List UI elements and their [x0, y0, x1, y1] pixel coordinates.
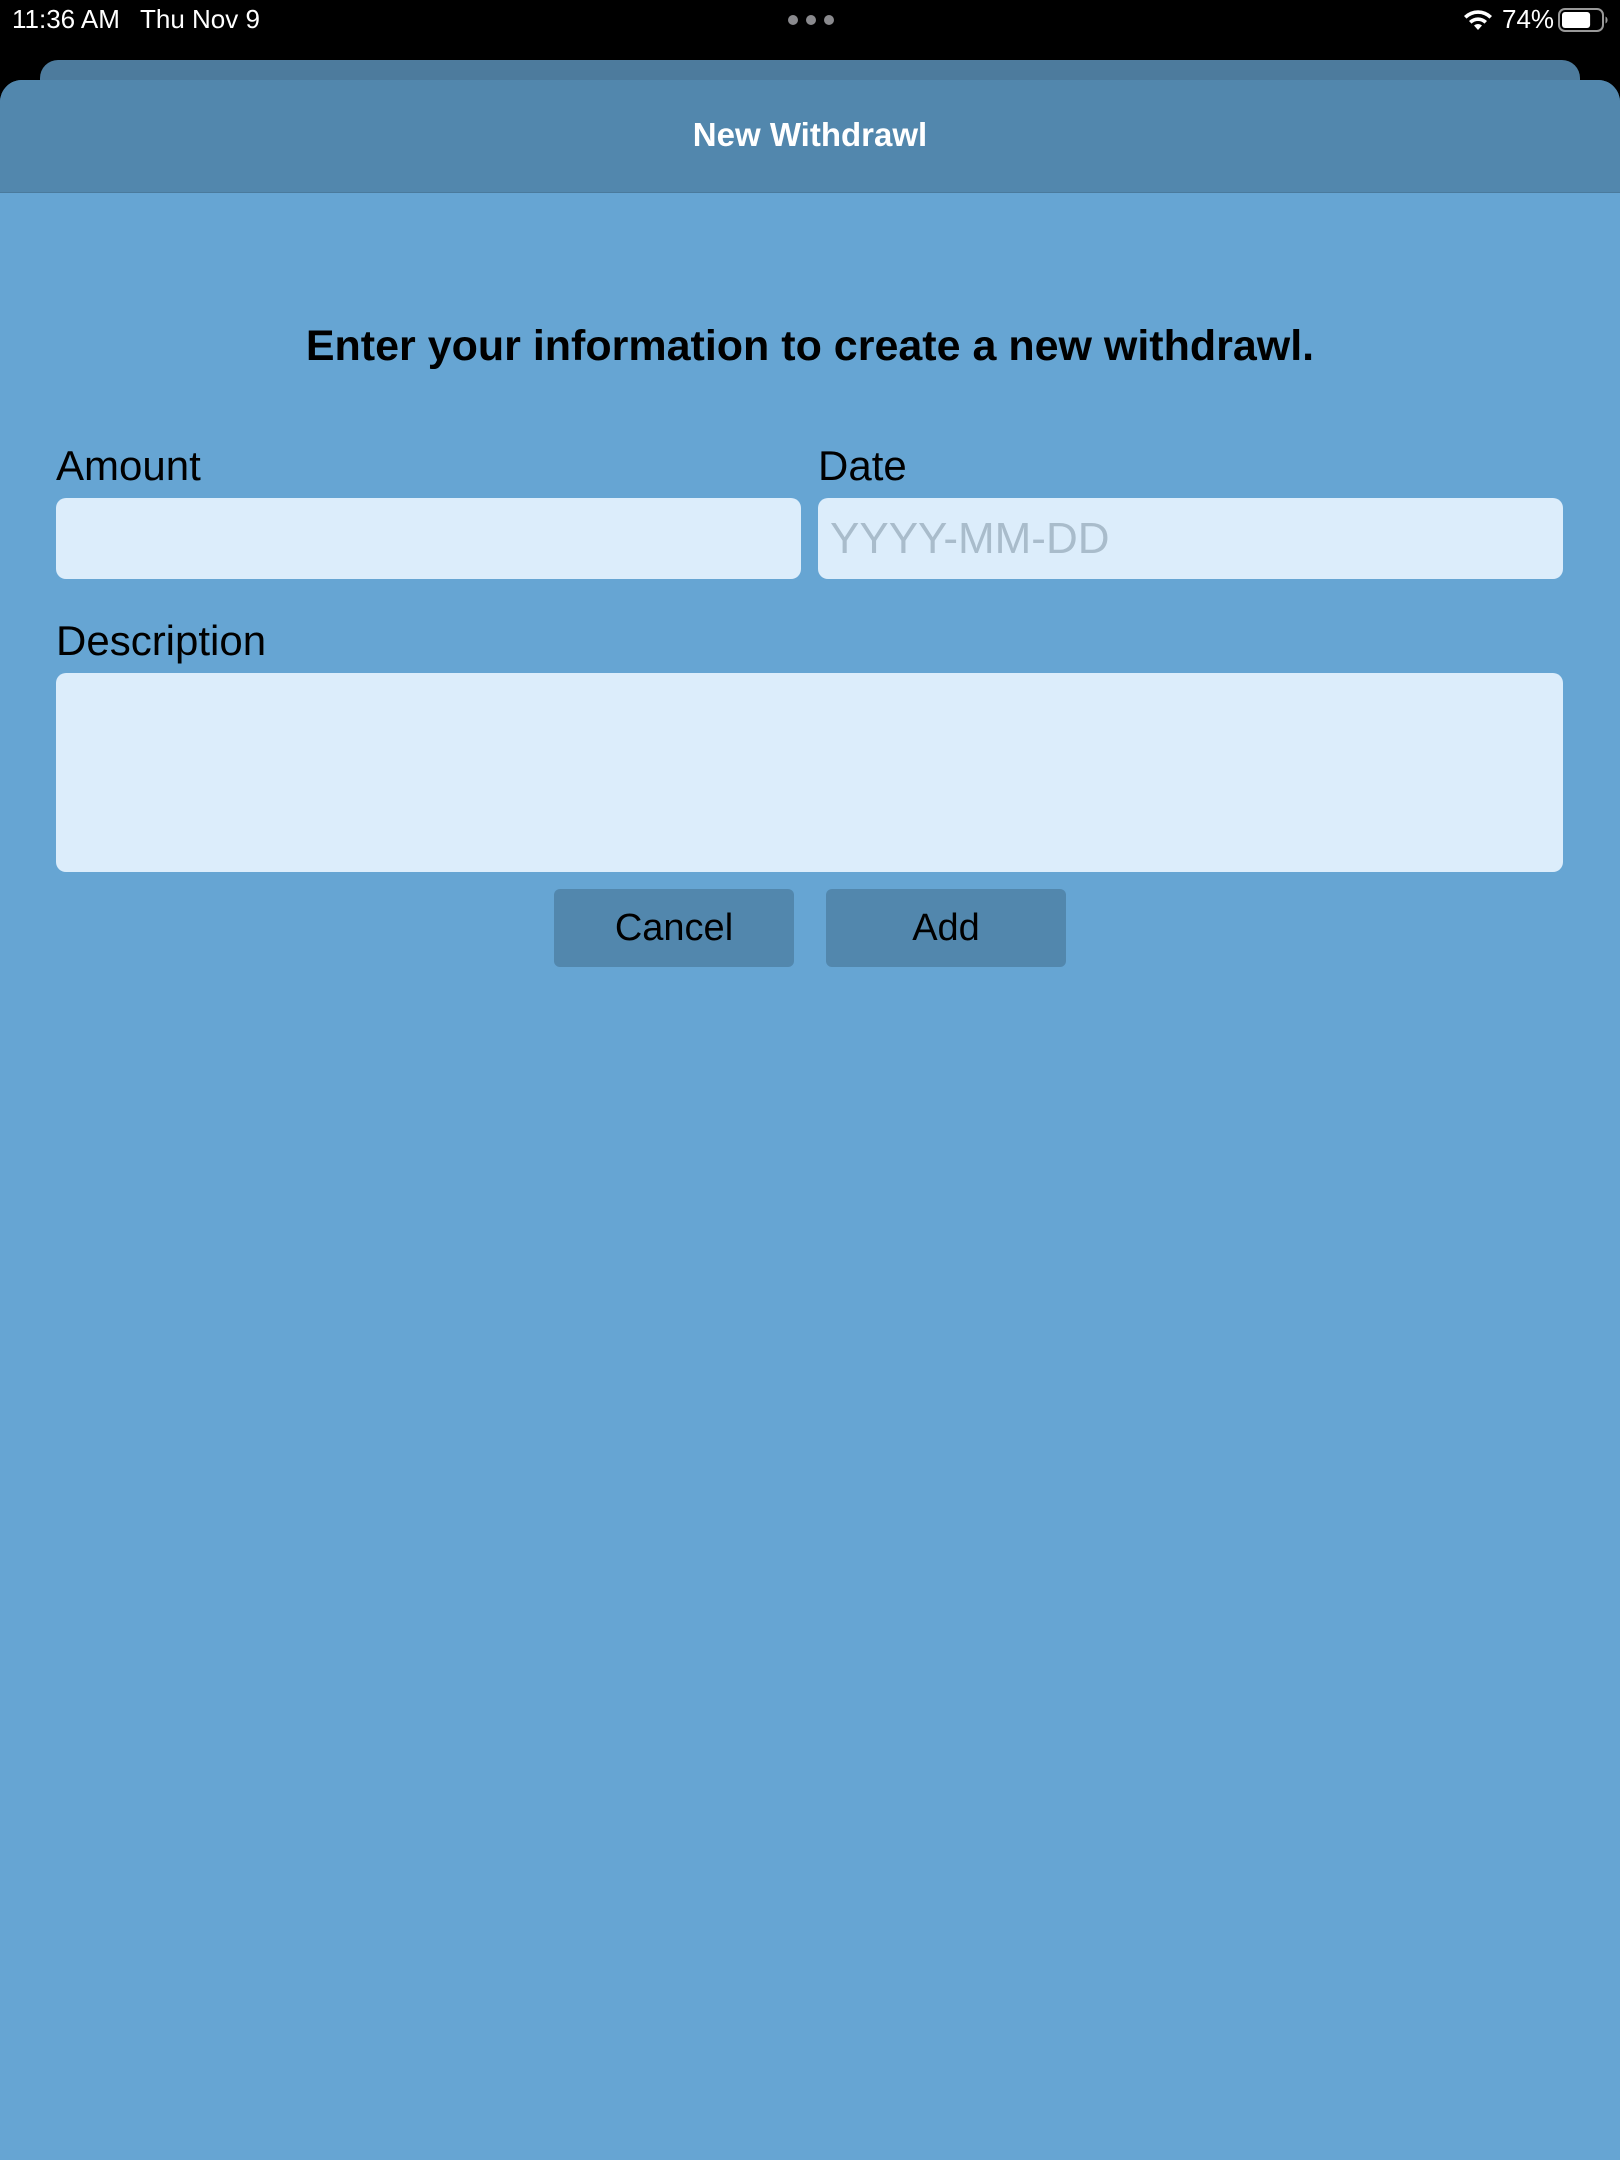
amount-label: Amount — [56, 442, 201, 489]
navigation-bar: New Withdrawl — [0, 80, 1620, 193]
status-time: 11:36 AM — [12, 4, 120, 34]
description-label: Description — [56, 617, 267, 664]
amount-input[interactable] — [56, 498, 801, 579]
status-bar: 11:36 AM Thu Nov 9 74% — [0, 0, 1620, 58]
status-date: Thu Nov 9 — [140, 4, 260, 34]
battery-percent: 74% — [1502, 4, 1555, 34]
more-dots-icon[interactable] — [788, 15, 834, 25]
add-button[interactable]: Add — [826, 889, 1066, 967]
battery-icon — [1558, 8, 1608, 32]
date-input[interactable] — [818, 498, 1563, 579]
cancel-button[interactable]: Cancel — [554, 889, 794, 967]
modal-sheet: New Withdrawl Enter your information to … — [0, 80, 1620, 2160]
wifi-icon — [1464, 10, 1492, 30]
form-heading: Enter your information to create a new w… — [305, 322, 1315, 370]
nav-title: New Withdrawl — [692, 116, 928, 153]
date-label: Date — [818, 442, 907, 489]
description-input[interactable] — [56, 673, 1563, 872]
